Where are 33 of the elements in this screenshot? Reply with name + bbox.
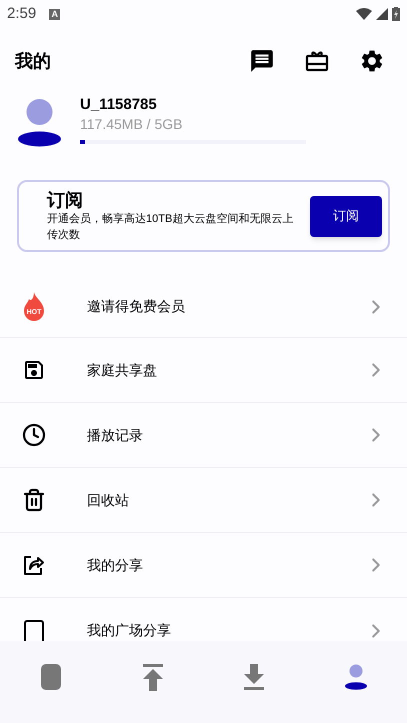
signal-icon xyxy=(376,8,388,20)
menu-label: 回收站 xyxy=(87,490,129,510)
notification-badge: A xyxy=(49,8,60,20)
subscribe-button[interactable]: 订阅 xyxy=(310,196,382,236)
page-title: 我的 xyxy=(15,50,51,72)
upload-icon xyxy=(142,664,164,690)
status-time: 2:59 xyxy=(7,4,36,24)
menu-item[interactable]: 播放记录 xyxy=(0,403,407,468)
menu-label: 家庭共享盘 xyxy=(87,360,157,380)
settings-icon[interactable] xyxy=(359,48,385,74)
message-icon[interactable] xyxy=(249,48,275,74)
person-icon xyxy=(344,664,368,690)
menu-item[interactable]: 回收站 xyxy=(0,468,407,533)
menu-label: 邀请得免费会员 xyxy=(87,297,185,316)
gift-icon[interactable] xyxy=(305,49,329,73)
avatar-icon xyxy=(18,99,61,147)
trash-icon xyxy=(22,488,46,512)
menu-label: 我的分享 xyxy=(87,556,143,574)
share-icon xyxy=(22,553,46,577)
menu-label: 我的广场分享 xyxy=(87,621,171,640)
menu-label: 播放记录 xyxy=(87,426,143,444)
subscribe-title: 订阅 xyxy=(47,189,84,211)
menu-item[interactable]: 我的分享 xyxy=(0,533,407,598)
menu-item[interactable]: 家庭共享盘 xyxy=(0,338,407,403)
battery-icon xyxy=(392,7,400,21)
clock-icon xyxy=(22,423,46,447)
download-icon xyxy=(243,664,266,690)
menu-item[interactable]: 我的广场分享 xyxy=(0,598,407,641)
file-icon xyxy=(40,664,61,690)
wifi-icon xyxy=(356,8,372,20)
storage-usage: 117.45MB / 5GB xyxy=(80,115,184,133)
username: U_1158785 xyxy=(80,95,158,115)
subscribe-description: 开通会员，畅享高达10TB超大云盘空间和无限云上传次数 xyxy=(47,212,294,243)
